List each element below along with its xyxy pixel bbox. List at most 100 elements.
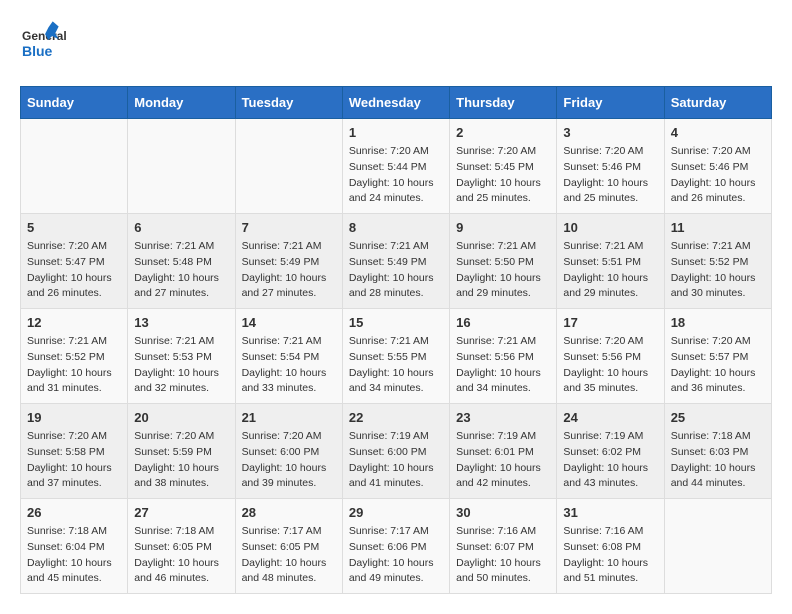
day-header-thursday: Thursday xyxy=(450,87,557,119)
day-number: 29 xyxy=(349,505,443,520)
calendar-cell: 4 Sunrise: 7:20 AMSunset: 5:46 PMDaylight… xyxy=(664,119,771,214)
day-number: 7 xyxy=(242,220,336,235)
day-number: 20 xyxy=(134,410,228,425)
logo: General Blue xyxy=(20,20,70,70)
calendar-cell: 29 Sunrise: 7:17 AMSunset: 6:06 PMDayligh… xyxy=(342,499,449,594)
calendar-cell: 17Sunrise: 7:20 AMSunset: 5:56 PMDayligh… xyxy=(557,309,664,404)
day-info: Sunrise: 7:21 AMSunset: 5:53 PMDaylight:… xyxy=(134,334,228,397)
day-info: Sunrise: 7:21 AMSunset: 5:52 PMDaylight:… xyxy=(27,334,121,397)
calendar-cell: 26Sunrise: 7:18 AMSunset: 6:04 PMDayligh… xyxy=(21,499,128,594)
day-header-saturday: Saturday xyxy=(664,87,771,119)
day-info: Sunrise: 7:18 AMSunset: 6:04 PMDaylight:… xyxy=(27,524,121,587)
day-number: 18 xyxy=(671,315,765,330)
day-info: Sunrise: 7:17 AMSunset: 6:06 PMDaylight:… xyxy=(349,524,443,587)
calendar-cell: 20Sunrise: 7:20 AMSunset: 5:59 PMDayligh… xyxy=(128,404,235,499)
day-info: Sunrise: 7:21 AMSunset: 5:54 PMDaylight:… xyxy=(242,334,336,397)
day-info: Sunrise: 7:21 AMSunset: 5:49 PMDaylight:… xyxy=(349,239,443,302)
day-number: 3 xyxy=(563,125,657,140)
day-info: Sunrise: 7:21 AMSunset: 5:48 PMDaylight:… xyxy=(134,239,228,302)
day-number: 8 xyxy=(349,220,443,235)
day-number: 6 xyxy=(134,220,228,235)
calendar-cell: 24 Sunrise: 7:19 AMSunset: 6:02 PMDayligh… xyxy=(557,404,664,499)
day-info: Sunrise: 7:21 AMSunset: 5:52 PMDaylight:… xyxy=(671,239,765,302)
day-header-row: SundayMondayTuesdayWednesdayThursdayFrid… xyxy=(21,87,772,119)
day-info: Sunrise: 7:20 AMSunset: 5:57 PMDaylight:… xyxy=(671,334,765,397)
day-info: Sunrise: 7:20 AMSunset: 5:58 PMDaylight:… xyxy=(27,429,121,492)
calendar-cell: 23 Sunrise: 7:19 AMSunset: 6:01 PMDayligh… xyxy=(450,404,557,499)
day-info: Sunrise: 7:20 AMSunset: 5:44 PMDaylight:… xyxy=(349,144,443,207)
calendar-cell: 28 Sunrise: 7:17 AMSunset: 6:05 PMDayligh… xyxy=(235,499,342,594)
day-number: 12 xyxy=(27,315,121,330)
day-header-wednesday: Wednesday xyxy=(342,87,449,119)
day-info: Sunrise: 7:20 AMSunset: 5:56 PMDaylight:… xyxy=(563,334,657,397)
calendar-cell: 21 Sunrise: 7:20 AMSunset: 6:00 PMDayligh… xyxy=(235,404,342,499)
day-number: 2 xyxy=(456,125,550,140)
calendar-table: SundayMondayTuesdayWednesdayThursdayFrid… xyxy=(20,86,772,594)
day-info: Sunrise: 7:20 AMSunset: 5:45 PMDaylight:… xyxy=(456,144,550,207)
day-header-tuesday: Tuesday xyxy=(235,87,342,119)
svg-text:General: General xyxy=(22,29,67,43)
calendar-cell: 18 Sunrise: 7:20 AMSunset: 5:57 PMDayligh… xyxy=(664,309,771,404)
day-info: Sunrise: 7:17 AMSunset: 6:05 PMDaylight:… xyxy=(242,524,336,587)
day-number: 28 xyxy=(242,505,336,520)
day-info: Sunrise: 7:20 AMSunset: 6:00 PMDaylight:… xyxy=(242,429,336,492)
calendar-cell: 10Sunrise: 7:21 AMSunset: 5:51 PMDayligh… xyxy=(557,214,664,309)
calendar-cell: 13 Sunrise: 7:21 AMSunset: 5:53 PMDayligh… xyxy=(128,309,235,404)
day-info: Sunrise: 7:18 AMSunset: 6:03 PMDaylight:… xyxy=(671,429,765,492)
day-info: Sunrise: 7:16 AMSunset: 6:07 PMDaylight:… xyxy=(456,524,550,587)
calendar-cell: 9 Sunrise: 7:21 AMSunset: 5:50 PMDaylight… xyxy=(450,214,557,309)
calendar-cell: 27Sunrise: 7:18 AMSunset: 6:05 PMDayligh… xyxy=(128,499,235,594)
day-info: Sunrise: 7:19 AMSunset: 6:01 PMDaylight:… xyxy=(456,429,550,492)
day-number: 19 xyxy=(27,410,121,425)
day-info: Sunrise: 7:21 AMSunset: 5:55 PMDaylight:… xyxy=(349,334,443,397)
calendar-cell xyxy=(664,499,771,594)
calendar-cell: 19 Sunrise: 7:20 AMSunset: 5:58 PMDayligh… xyxy=(21,404,128,499)
calendar-cell: 11Sunrise: 7:21 AMSunset: 5:52 PMDayligh… xyxy=(664,214,771,309)
logo-svg: General Blue xyxy=(20,20,70,70)
day-info: Sunrise: 7:16 AMSunset: 6:08 PMDaylight:… xyxy=(563,524,657,587)
calendar-cell: 31 Sunrise: 7:16 AMSunset: 6:08 PMDayligh… xyxy=(557,499,664,594)
calendar-cell: 16 Sunrise: 7:21 AMSunset: 5:56 PMDayligh… xyxy=(450,309,557,404)
week-row-3: 12 Sunrise: 7:21 AMSunset: 5:52 PMDayligh… xyxy=(21,309,772,404)
calendar-cell: 3 Sunrise: 7:20 AMSunset: 5:46 PMDaylight… xyxy=(557,119,664,214)
day-number: 25 xyxy=(671,410,765,425)
calendar-cell xyxy=(128,119,235,214)
week-row-4: 19 Sunrise: 7:20 AMSunset: 5:58 PMDayligh… xyxy=(21,404,772,499)
day-number: 22 xyxy=(349,410,443,425)
day-info: Sunrise: 7:20 AMSunset: 5:47 PMDaylight:… xyxy=(27,239,121,302)
day-number: 9 xyxy=(456,220,550,235)
calendar-cell: 2 Sunrise: 7:20 AMSunset: 5:45 PMDaylight… xyxy=(450,119,557,214)
week-row-1: 1 Sunrise: 7:20 AMSunset: 5:44 PMDaylight… xyxy=(21,119,772,214)
day-number: 27 xyxy=(134,505,228,520)
day-number: 23 xyxy=(456,410,550,425)
day-info: Sunrise: 7:19 AMSunset: 6:00 PMDaylight:… xyxy=(349,429,443,492)
calendar-cell: 30Sunrise: 7:16 AMSunset: 6:07 PMDayligh… xyxy=(450,499,557,594)
calendar-cell: 7 Sunrise: 7:21 AMSunset: 5:49 PMDaylight… xyxy=(235,214,342,309)
calendar-cell: 6 Sunrise: 7:21 AMSunset: 5:48 PMDaylight… xyxy=(128,214,235,309)
day-info: Sunrise: 7:21 AMSunset: 5:56 PMDaylight:… xyxy=(456,334,550,397)
week-row-5: 26Sunrise: 7:18 AMSunset: 6:04 PMDayligh… xyxy=(21,499,772,594)
day-info: Sunrise: 7:20 AMSunset: 5:46 PMDaylight:… xyxy=(563,144,657,207)
calendar-cell: 12 Sunrise: 7:21 AMSunset: 5:52 PMDayligh… xyxy=(21,309,128,404)
day-number: 21 xyxy=(242,410,336,425)
day-info: Sunrise: 7:21 AMSunset: 5:51 PMDaylight:… xyxy=(563,239,657,302)
day-info: Sunrise: 7:19 AMSunset: 6:02 PMDaylight:… xyxy=(563,429,657,492)
calendar-cell: 22 Sunrise: 7:19 AMSunset: 6:00 PMDayligh… xyxy=(342,404,449,499)
day-number: 16 xyxy=(456,315,550,330)
day-header-friday: Friday xyxy=(557,87,664,119)
day-number: 1 xyxy=(349,125,443,140)
day-info: Sunrise: 7:21 AMSunset: 5:49 PMDaylight:… xyxy=(242,239,336,302)
day-number: 14 xyxy=(242,315,336,330)
calendar-cell: 5Sunrise: 7:20 AMSunset: 5:47 PMDaylight… xyxy=(21,214,128,309)
day-number: 4 xyxy=(671,125,765,140)
day-info: Sunrise: 7:20 AMSunset: 5:46 PMDaylight:… xyxy=(671,144,765,207)
day-number: 24 xyxy=(563,410,657,425)
svg-text:Blue: Blue xyxy=(22,43,53,59)
day-number: 31 xyxy=(563,505,657,520)
day-header-monday: Monday xyxy=(128,87,235,119)
week-row-2: 5Sunrise: 7:20 AMSunset: 5:47 PMDaylight… xyxy=(21,214,772,309)
day-number: 13 xyxy=(134,315,228,330)
day-info: Sunrise: 7:21 AMSunset: 5:50 PMDaylight:… xyxy=(456,239,550,302)
calendar-cell: 14 Sunrise: 7:21 AMSunset: 5:54 PMDayligh… xyxy=(235,309,342,404)
calendar-cell: 1 Sunrise: 7:20 AMSunset: 5:44 PMDaylight… xyxy=(342,119,449,214)
